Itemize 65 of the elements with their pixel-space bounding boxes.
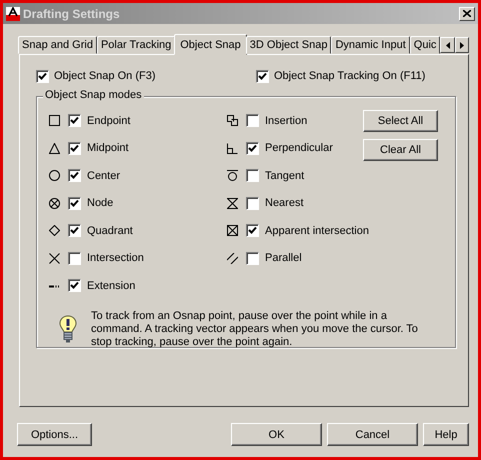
button[interactable]: Clear All xyxy=(363,139,438,161)
perpendicular-icon xyxy=(227,142,238,154)
app-icon xyxy=(6,6,20,20)
checkbox-label: Apparent intersection xyxy=(265,224,369,237)
options-button[interactable]: Options... xyxy=(17,423,92,446)
parallel-lines-icon xyxy=(227,252,238,264)
hourglass-icon xyxy=(227,198,238,209)
checkbox-label: Tangent xyxy=(265,170,304,182)
checkbox[interactable] xyxy=(246,196,259,210)
group-title: Object Snap modes xyxy=(43,89,144,101)
checkbox-label: Nearest xyxy=(265,197,304,210)
checkbox-label: Center xyxy=(87,170,120,182)
checkbox[interactable] xyxy=(68,196,81,210)
button[interactable]: Help xyxy=(423,423,469,446)
triangle-icon xyxy=(49,142,60,154)
close-icon xyxy=(463,10,471,17)
checkbox[interactable] xyxy=(246,142,259,155)
window-title: Drafting Settings xyxy=(23,6,121,20)
tab[interactable]: Snap and Grid xyxy=(18,36,97,54)
checkbox[interactable] xyxy=(246,252,259,265)
tab-scroll-left-button[interactable] xyxy=(440,37,455,53)
checkbox-label: Insertion xyxy=(265,114,308,127)
checkbox-label: Endpoint xyxy=(87,114,130,127)
checkbox[interactable] xyxy=(68,224,81,238)
tangent-circle-icon xyxy=(227,170,238,182)
tab[interactable]: Quic xyxy=(410,36,440,54)
checkbox[interactable] xyxy=(68,142,81,155)
checkbox-label: Perpendicular xyxy=(265,142,333,154)
crossed-circle-icon xyxy=(49,198,60,209)
right-arrow-icon xyxy=(460,42,464,48)
close-button[interactable] xyxy=(459,6,475,20)
overlapping-squares-icon xyxy=(227,115,238,126)
lightbulb-icon xyxy=(59,315,77,343)
checkbox-label: Intersection xyxy=(87,252,144,264)
checkbox[interactable] xyxy=(68,169,81,182)
circle-icon xyxy=(49,170,60,182)
tab-scroll-right-button[interactable] xyxy=(454,37,469,53)
checkbox-label: Object Snap On (F3) xyxy=(54,70,156,82)
tab[interactable]: 3D Object Snap xyxy=(246,36,332,54)
hint-text: To track from an Osnap point, pause over the point while in a command. A tracking vector appears when you move the cursor. To stop tracking, pause over the point again. xyxy=(91,310,419,348)
checkbox-label: Midpoint xyxy=(87,142,129,154)
tab[interactable]: Object Snap xyxy=(174,34,247,55)
button[interactable]: OK xyxy=(231,423,322,446)
square-icon xyxy=(49,115,60,126)
tab[interactable]: Polar Tracking xyxy=(96,36,176,54)
crossed-square-icon xyxy=(227,225,238,236)
checkbox[interactable] xyxy=(68,279,81,292)
checkbox-label: Node xyxy=(87,197,114,210)
checkbox[interactable] xyxy=(256,70,269,82)
checkbox-label: Quadrant xyxy=(87,224,133,237)
diamond-icon xyxy=(49,225,60,236)
checkbox-label: Object Snap Tracking On (F11) xyxy=(274,70,426,82)
checkbox[interactable] xyxy=(246,169,259,182)
checkbox-label: Extension xyxy=(87,280,136,292)
checkbox[interactable] xyxy=(68,114,81,128)
left-arrow-icon xyxy=(446,42,450,48)
button[interactable]: Select All xyxy=(363,110,438,132)
button[interactable]: Cancel xyxy=(327,423,418,446)
checkbox[interactable] xyxy=(36,70,49,82)
checkbox-label: Parallel xyxy=(265,252,302,264)
cross-icon xyxy=(49,252,60,264)
checkbox[interactable] xyxy=(246,224,259,238)
checkbox[interactable] xyxy=(246,114,259,128)
checkbox[interactable] xyxy=(68,252,81,265)
tab[interactable]: Dynamic Input xyxy=(331,36,410,54)
